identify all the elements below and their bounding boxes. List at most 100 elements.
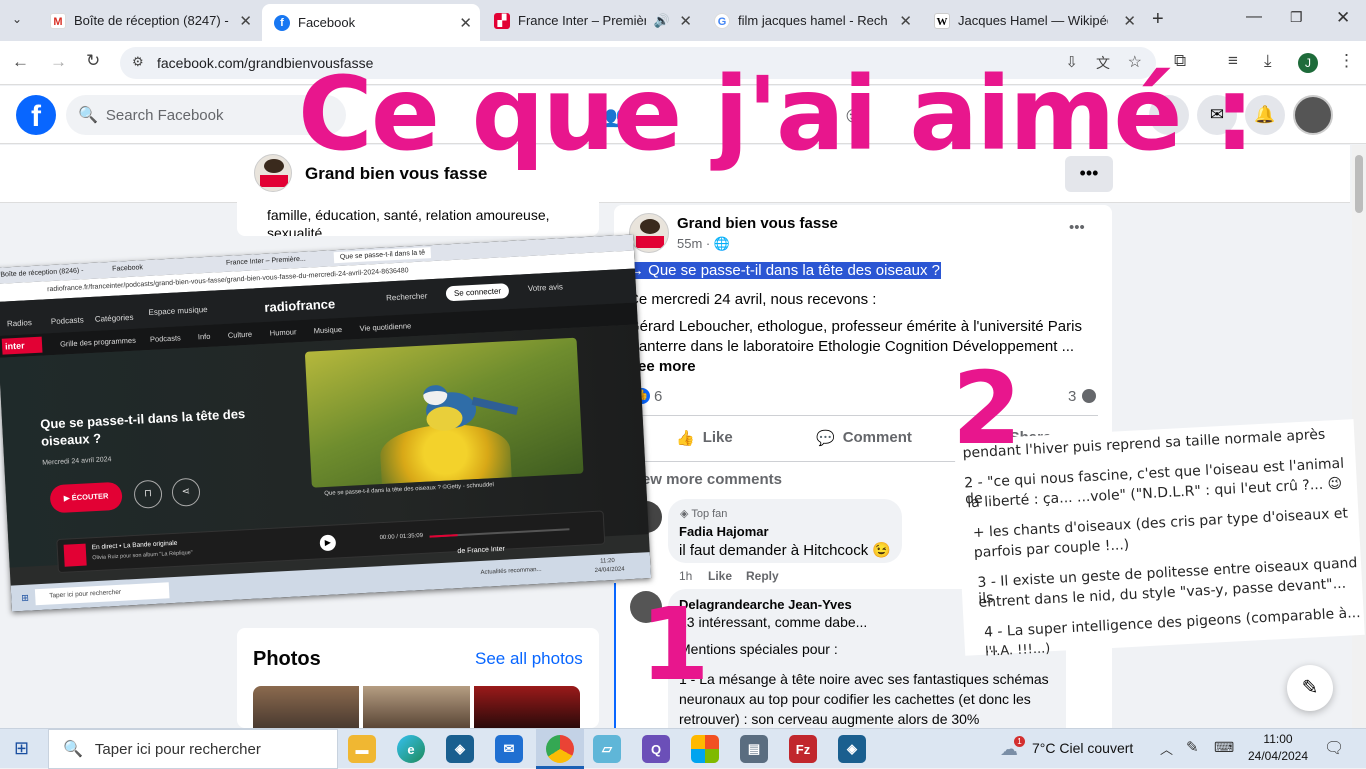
app-icon[interactable]: ◈ [446,735,474,763]
close-icon[interactable]: ✕ [239,12,252,30]
embedded-tab: Que se passe-t-il dans la tê [333,247,432,264]
keyboard-icon[interactable]: ⌨ [1214,739,1234,756]
post-options-icon[interactable]: ••• [1069,219,1085,236]
filezilla-icon[interactable]: Fz [789,735,817,763]
photo-thumb[interactable] [253,686,359,728]
post-line-2: Gérard Leboucher, ethologue, professeur … [628,318,1082,355]
top-fan-badge: ◈ Top fan [680,508,728,520]
tab-label: Boîte de réception (8247) - [74,13,229,28]
page-avatar[interactable] [254,154,292,192]
google-icon: G [714,12,730,29]
taskbar-search-placeholder: Taper ici pour rechercher [94,740,261,758]
photo-thumb[interactable] [474,686,580,728]
weather-text[interactable]: 7°C Ciel couvert [1032,740,1133,756]
comment-like-link[interactable]: Like [708,569,732,583]
embedded-subnav-item: Info [197,331,211,342]
embedded-share-icon: ⋖ [171,477,201,507]
photo-thumb[interactable] [363,686,470,728]
thread-line [614,583,616,728]
overlay-number-2: 2 [952,350,1022,467]
post-author-avatar[interactable] [629,213,669,253]
account-avatar[interactable] [1293,95,1333,135]
new-tab-plus-icon[interactable]: + [1152,8,1164,31]
profile-avatar[interactable]: J [1298,53,1318,73]
facebook-logo-icon[interactable]: f [16,95,56,135]
menu-kebab-icon[interactable]: ⋮ [1338,51,1355,71]
app-icon[interactable]: ◈ [838,735,866,763]
tray-chevron-icon[interactable]: ︿ [1160,739,1173,758]
photos-title: Photos [253,648,321,670]
close-window-icon[interactable]: ✕ [1336,8,1350,28]
app-icon[interactable]: Q [642,735,670,763]
browser-tab-facebook[interactable]: f Facebook ✕ [262,4,480,41]
embedded-subnav-item: Musique [313,324,343,336]
overlay-title: Ce que j'ai aimé : [298,55,1255,174]
taskbar-search-input[interactable]: 🔍 Taper ici pour rechercher [48,729,338,769]
tab-label: France Inter – Première [518,13,646,28]
browser-tab-bar: ⌄ M Boîte de réception (8247) - ✕ f Face… [0,0,1366,41]
embedded-player-sub: Olivia Ruiz pour son album "La Réplique" [92,549,193,562]
minimize-icon[interactable]: — [1246,8,1262,26]
comment-button[interactable]: 💬 Comment [816,429,912,447]
comment-reply-link[interactable]: Reply [746,569,779,583]
embedded-nav-item: Podcasts [50,315,84,327]
avatar-badge [636,236,664,248]
embedded-progress-track [429,528,570,538]
forward-icon[interactable]: → [50,52,67,72]
tab-search-chevron-icon[interactable]: ⌄ [12,12,28,28]
speaker-icon[interactable]: 🔊 [654,13,670,29]
bird-tail [471,396,519,416]
badge-label: Top fan [691,508,728,520]
chrome-icon[interactable] [546,735,574,763]
close-icon[interactable]: ✕ [1123,12,1136,30]
close-icon[interactable]: ✕ [459,14,472,32]
embedded-play-icon: ▶ [319,534,337,552]
browser-tab-wikipedia[interactable]: W Jacques Hamel — Wikipédi ✕ [922,6,1144,35]
new-message-button[interactable]: ✎ [1287,665,1333,711]
post-line-1: Ce mercredi 24 avril, nous recevons : [628,291,877,308]
restore-icon[interactable]: ❐ [1290,9,1303,26]
back-icon[interactable]: ← [12,52,29,72]
browser-tab-gmail[interactable]: M Boîte de réception (8247) - ✕ [38,6,260,35]
browser-tab-france-inter[interactable]: ▞ France Inter – Première 🔊 ✕ [482,6,700,35]
scrollbar-thumb[interactable] [1355,155,1363,213]
reload-icon[interactable]: ↻ [86,51,100,71]
tab-label: film jacques hamel - Recher [738,13,888,28]
pen-icon[interactable]: ✎ [1186,738,1199,756]
file-explorer-icon[interactable]: ▬ [348,735,376,763]
post-author[interactable]: Grand bien vous fasse [677,215,838,232]
embedded-task-search: Taper ici pour rechercher [34,582,170,606]
note-line: + les chants d'oiseaux (des cris par typ… [972,505,1349,542]
clock-time[interactable]: 11:00 [1250,732,1306,746]
embedded-subnav-item: Humour [269,327,297,338]
avatar-face [640,219,660,234]
avatar-badge [260,175,288,187]
app-icon[interactable]: ▤ [740,735,768,763]
like-label: Like [702,429,733,446]
browser-tab-google[interactable]: G film jacques hamel - Recher ✕ [702,6,920,35]
close-icon[interactable]: ✕ [899,12,912,30]
windows-start-icon[interactable]: ⊞ [14,738,29,759]
intro-card: famille, éducation, santé, relation amou… [237,196,599,236]
comment-author[interactable]: Fadia Hajomar [679,524,769,539]
like-button[interactable]: 👍 Like [676,429,733,447]
notepad-icon[interactable]: ▱ [593,735,621,763]
close-icon[interactable]: ✕ [679,12,692,30]
mail-icon[interactable]: ✉ [495,735,523,763]
edge-icon[interactable]: e [397,735,425,763]
store-icon[interactable] [691,735,719,763]
notification-center-icon[interactable]: 🗨 [1324,738,1344,758]
avatar-face [264,159,284,173]
view-more-comments-link[interactable]: View more comments [628,471,782,488]
comment-time: 1h [679,569,693,583]
embedded-player-cover [63,543,87,567]
clock-date[interactable]: 24/04/2024 [1247,749,1309,763]
embedded-date: Mercredi 24 avril 2024 [42,456,112,467]
embedded-progress-fill [429,534,458,538]
likes-count[interactable]: 6 [654,388,662,405]
site-info-icon[interactable]: ⚙ [132,54,144,70]
embedded-subnav-item: Grille des programmes [59,335,137,349]
comments-count[interactable]: 3 [1068,388,1076,405]
downloads-icon[interactable]: ⤓ [1264,51,1272,71]
see-all-photos-link[interactable]: See all photos [475,649,583,669]
